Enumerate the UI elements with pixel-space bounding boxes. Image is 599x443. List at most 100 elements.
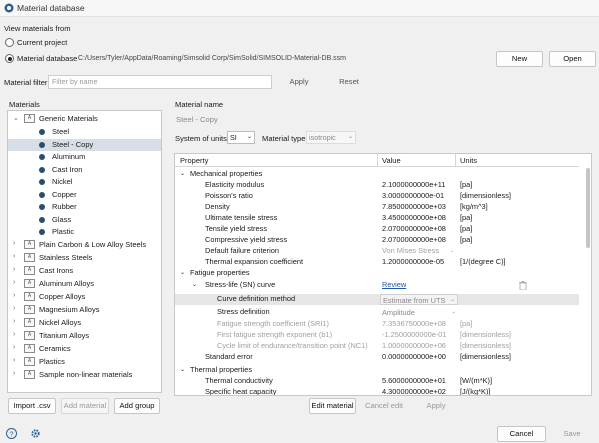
chevron-right-icon[interactable]: ›	[13, 344, 15, 351]
import-csv-button[interactable]: Import .csv	[8, 398, 56, 414]
curve-method-row[interactable]: Curve definition method Estimate from UT…	[175, 294, 579, 305]
material-dot-icon	[39, 216, 45, 223]
chevron-right-icon[interactable]: ›	[13, 292, 15, 299]
table-row[interactable]: First fatigue strength exponent (b1) -1.2…	[175, 330, 579, 341]
radio-material-database[interactable]	[5, 54, 14, 63]
tree-item[interactable]: Cast Iron	[8, 164, 161, 177]
table-row[interactable]: Fatigue strength coefficient (SRI1) 7.353…	[175, 319, 579, 330]
curve-method-select[interactable]: Estimate from UTS ⌄	[380, 294, 458, 305]
open-button[interactable]: Open	[549, 51, 596, 67]
chevron-down-icon[interactable]: ⌄	[192, 280, 197, 291]
stress-def-select[interactable]: Amplitude ⌄	[380, 307, 458, 318]
sn-curve-row[interactable]: ⌄ Stress-life (SN) curve Review	[175, 280, 579, 291]
properties-table[interactable]: Property Value Units ⌄ Mechanical propert…	[174, 153, 592, 396]
section-thermal[interactable]: ⌄ Thermal properties	[175, 365, 579, 376]
tree-group[interactable]: › A Titanium Alloys	[8, 330, 161, 343]
chevron-down-icon[interactable]: ⌄	[180, 268, 185, 279]
tree-group[interactable]: › A Sample non-linear materials	[8, 369, 161, 382]
stress-def-row[interactable]: Stress definition Amplitude ⌄	[175, 307, 579, 318]
units-select[interactable]: SI ⌄	[227, 131, 255, 144]
save-button[interactable]: Save	[549, 426, 595, 442]
chevron-right-icon[interactable]: ›	[13, 305, 15, 312]
table-row[interactable]: Poisson's ratio 3.0000000000e-01 [dimensio…	[175, 191, 579, 202]
table-scrollbar[interactable]	[586, 168, 590, 248]
radio-current-project[interactable]	[5, 38, 14, 47]
material-dot-icon	[39, 191, 45, 198]
add-material-button[interactable]: Add material	[61, 398, 109, 414]
cancel-edit-button[interactable]: Cancel edit	[362, 398, 406, 414]
review-link[interactable]: Review	[382, 280, 406, 291]
table-row[interactable]: Specific heat capacity 4.3000000000e+02 [J…	[175, 387, 579, 395]
table-row[interactable]: Default failure criterion Von Mises Stres…	[175, 246, 579, 257]
table-row[interactable]: Ultimate tensile stress 3.4500000000e+08[…	[175, 213, 579, 224]
tree-group[interactable]: › A Aluminum Alloys	[8, 278, 161, 291]
chevron-right-icon[interactable]: ›	[13, 253, 15, 260]
apply-button[interactable]: Apply	[414, 398, 458, 414]
tree-group[interactable]: › A Plastics	[8, 356, 161, 369]
filter-reset-button[interactable]: Reset	[330, 74, 368, 90]
help-icon[interactable]: ?	[6, 428, 17, 439]
material-name-field[interactable]: Steel - Copy	[176, 115, 218, 124]
chevron-down-icon[interactable]: ⌄	[180, 169, 185, 180]
tree-item[interactable]: Glass	[8, 214, 161, 227]
edit-material-button[interactable]: Edit material	[309, 398, 356, 414]
filter-apply-button[interactable]: Apply	[280, 74, 318, 90]
materials-heading: Materials	[9, 100, 40, 109]
header-units: Units	[460, 156, 478, 165]
svg-text:?: ?	[9, 429, 13, 438]
chevron-right-icon[interactable]: ›	[13, 279, 15, 286]
material-database-label[interactable]: Material database	[17, 54, 77, 63]
materials-tree[interactable]: ⌄ A Generic Materials Steel Steel - Copy…	[7, 110, 162, 393]
window-title: Material database	[17, 3, 85, 13]
material-dot-icon	[39, 166, 45, 173]
table-row[interactable]: Standard error 0.0000000000e+00 [dimension…	[175, 352, 579, 363]
tree-item[interactable]: Nickel	[8, 176, 161, 189]
chevron-down-icon[interactable]: ⌄	[180, 365, 185, 376]
folder-icon: A	[24, 357, 35, 366]
tree-group[interactable]: › A Magnesium Alloys	[8, 304, 161, 317]
database-path: C:/Users/Tyler/AppData/Roaming/Simsolid …	[78, 55, 347, 62]
tree-item[interactable]: Aluminum	[8, 151, 161, 164]
folder-icon: A	[24, 370, 35, 379]
units-label: System of units	[175, 134, 227, 143]
tree-item-selected[interactable]: Steel - Copy	[8, 138, 161, 151]
tree-group[interactable]: › A Plain Carbon & Low Alloy Steels	[8, 239, 161, 252]
tree-group[interactable]: › A Cast Irons	[8, 265, 161, 278]
chevron-right-icon[interactable]: ›	[13, 240, 15, 247]
section-mechanical[interactable]: ⌄ Mechanical properties	[175, 169, 579, 180]
gear-icon[interactable]	[30, 428, 41, 439]
chevron-right-icon[interactable]: ›	[13, 318, 15, 325]
material-dot-icon	[39, 179, 45, 185]
chevron-right-icon[interactable]: ›	[13, 266, 15, 273]
tree-group-generic[interactable]: ⌄ A Generic Materials	[8, 113, 161, 126]
tree-group[interactable]: › A Copper Alloys	[8, 291, 161, 304]
tree-group[interactable]: › A Nickel Alloys	[8, 317, 161, 330]
new-button[interactable]: New	[496, 51, 543, 67]
tree-item[interactable]: Steel	[8, 126, 161, 139]
tree-item[interactable]: Copper	[8, 189, 161, 202]
filter-input[interactable]: Filter by name	[48, 75, 272, 89]
tree-group[interactable]: › A Ceramics	[8, 343, 161, 356]
section-fatigue[interactable]: ⌄ Fatigue properties	[175, 268, 579, 279]
chevron-right-icon[interactable]: ›	[13, 331, 15, 338]
chevron-right-icon[interactable]: ›	[13, 357, 15, 364]
table-row[interactable]: Thermal expansion coefficient 1.200000000…	[175, 257, 579, 268]
table-row[interactable]: Elasticity modulus 2.1000000000e+11 [pa]	[175, 180, 579, 191]
chevron-down-icon[interactable]: ⌄	[13, 114, 19, 122]
table-header: Property Value Units	[175, 154, 579, 167]
table-row[interactable]: Thermal conductivity 5.6000000000e+01 [W/(…	[175, 376, 579, 387]
current-project-label[interactable]: Current project	[17, 38, 67, 47]
folder-icon: A	[24, 240, 35, 249]
add-group-button[interactable]: Add group	[114, 398, 160, 414]
material-type-select[interactable]: isotropic ⌄	[306, 131, 356, 144]
table-row[interactable]: Cycle limit of endurance/transition poin…	[175, 341, 579, 352]
trash-icon[interactable]	[519, 281, 527, 290]
table-row[interactable]: Tensile yield stress 2.0700000000e+08 [pa]	[175, 224, 579, 235]
tree-group[interactable]: › A Stainless Steels	[8, 252, 161, 265]
table-row[interactable]: Density 7.8500000000e+03 [kg/m^3]	[175, 202, 579, 213]
table-row[interactable]: Compressive yield stress 2.0700000000e+08…	[175, 235, 579, 246]
cancel-button[interactable]: Cancel	[497, 426, 546, 442]
tree-item[interactable]: Plastic	[8, 226, 161, 239]
tree-item[interactable]: Rubber	[8, 201, 161, 214]
chevron-right-icon[interactable]: ›	[13, 370, 15, 377]
